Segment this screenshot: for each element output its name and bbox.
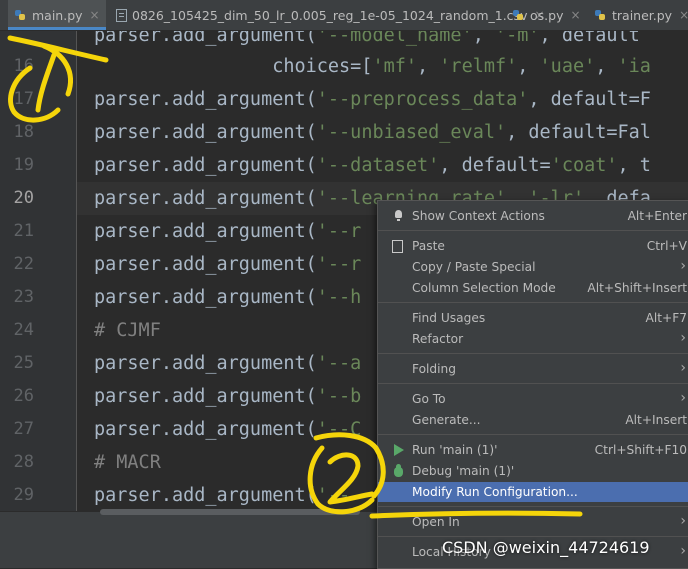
menu-separator xyxy=(378,506,688,507)
line-number: 19 xyxy=(13,155,34,175)
code-line-17: parser.add_argument('--preprocess_data',… xyxy=(94,89,651,110)
tab-csv-file[interactable]: 0826_105425_dim_50_lr_0.005_reg_1e-05_10… xyxy=(112,0,549,30)
submenu-arrow-icon: › xyxy=(680,390,686,406)
code-line-16: choices=['mf', 'relmf', 'uae', 'ia xyxy=(94,56,651,77)
menu-item-paste[interactable]: Paste Ctrl+V xyxy=(378,236,688,256)
close-tab-icon[interactable]: × xyxy=(679,8,688,22)
python-file-icon xyxy=(14,9,27,22)
menu-separator xyxy=(378,434,688,435)
tab-trainer-py[interactable]: trainer.py × xyxy=(590,0,688,30)
tab-label: main.py xyxy=(32,7,83,23)
menu-separator xyxy=(378,302,688,303)
code-line-21: parser.add_argument('--r xyxy=(94,221,362,242)
code-line-23: parser.add_argument('--h xyxy=(94,287,362,308)
menu-item-copy-paste-special[interactable]: Copy / Paste Special › xyxy=(378,257,688,277)
clipboard-icon xyxy=(392,240,403,253)
tab-label: 0826_105425_dim_50_lr_0.005_reg_1e-05_10… xyxy=(132,7,528,23)
line-number: 20 xyxy=(13,188,34,208)
code-line-28: # MACR xyxy=(94,452,161,473)
line-number: 26 xyxy=(13,386,34,406)
editor-context-menu: Show Context Actions Alt+Enter Paste Ctr… xyxy=(377,200,688,569)
line-number: 29 xyxy=(13,485,34,505)
line-number: 23 xyxy=(13,287,34,307)
menu-item-refactor[interactable]: Refactor › xyxy=(378,329,688,349)
menu-item-open-in[interactable]: Open In › xyxy=(378,512,688,532)
menu-item-generate[interactable]: Generate... Alt+Insert xyxy=(378,410,688,430)
code-line-26: parser.add_argument('--b xyxy=(94,386,362,407)
tab-os-py[interactable]: os.py × xyxy=(508,0,585,30)
submenu-arrow-icon: › xyxy=(680,543,686,559)
code-line-15: parser.add_argument('--model_name', '-m'… xyxy=(94,31,640,46)
lightbulb-icon xyxy=(392,209,405,223)
tab-label: os.py xyxy=(530,7,564,23)
line-number: 21 xyxy=(13,221,34,241)
line-number: 28 xyxy=(13,452,34,472)
tab-main-py[interactable]: main.py × xyxy=(8,0,106,30)
menu-item-run-main[interactable]: Run 'main (1)' Ctrl+Shift+F10 xyxy=(378,440,688,460)
menu-item-column-selection-mode[interactable]: Column Selection Mode Alt+Shift+Insert xyxy=(378,278,688,298)
tab-label: trainer.py xyxy=(612,7,673,23)
editor-tab-bar: main.py × 0826_105425_dim_50_lr_0.005_re… xyxy=(0,0,688,31)
menu-item-folding[interactable]: Folding › xyxy=(378,359,688,379)
code-line-25: parser.add_argument('--a xyxy=(94,353,362,374)
code-line-19: parser.add_argument('--dataset', default… xyxy=(94,155,651,176)
horizontal-scrollbar[interactable] xyxy=(100,509,360,515)
python-file-icon xyxy=(512,9,525,22)
menu-item-go-to[interactable]: Go To › xyxy=(378,389,688,409)
menu-item-debug-main[interactable]: Debug 'main (1)' xyxy=(378,461,688,481)
run-icon xyxy=(392,443,405,457)
submenu-arrow-icon: › xyxy=(680,330,686,346)
menu-item-show-context-actions[interactable]: Show Context Actions Alt+Enter xyxy=(378,206,688,226)
line-number: 24 xyxy=(13,320,34,340)
close-tab-icon[interactable]: × xyxy=(90,8,100,22)
menu-separator xyxy=(378,383,688,384)
python-file-icon xyxy=(594,9,607,22)
line-number: 18 xyxy=(13,122,34,142)
menu-item-find-usages[interactable]: Find Usages Alt+F7 xyxy=(378,308,688,328)
line-number: 17 xyxy=(13,89,34,109)
csv-file-icon xyxy=(116,8,127,22)
code-line-22: parser.add_argument('--r xyxy=(94,254,362,275)
menu-item-modify-run-configuration[interactable]: Modify Run Configuration... xyxy=(378,482,688,502)
line-number: 25 xyxy=(13,353,34,373)
menu-separator xyxy=(378,230,688,231)
submenu-arrow-icon: › xyxy=(680,360,686,376)
line-number: 22 xyxy=(13,254,34,274)
line-number: 27 xyxy=(13,419,34,439)
line-number: 16 xyxy=(13,56,34,76)
code-line-18: parser.add_argument('--unbiased_eval', d… xyxy=(94,122,651,143)
code-line-27: parser.add_argument('--C xyxy=(94,419,362,440)
code-line-29: parser.add_argument('-- xyxy=(94,485,351,506)
watermark: CSDN @weixin_44724619 xyxy=(442,538,650,557)
close-tab-icon[interactable]: × xyxy=(570,8,580,22)
menu-separator xyxy=(378,353,688,354)
code-line-24: # CJMF xyxy=(94,320,161,341)
menu-separator xyxy=(378,536,688,537)
line-number-gutter[interactable]: 16 17 18 19 20 21 22 23 24 25 26 27 28 2… xyxy=(0,31,77,511)
debug-icon xyxy=(392,464,405,478)
submenu-arrow-icon: › xyxy=(680,258,686,274)
submenu-arrow-icon: › xyxy=(680,513,686,529)
